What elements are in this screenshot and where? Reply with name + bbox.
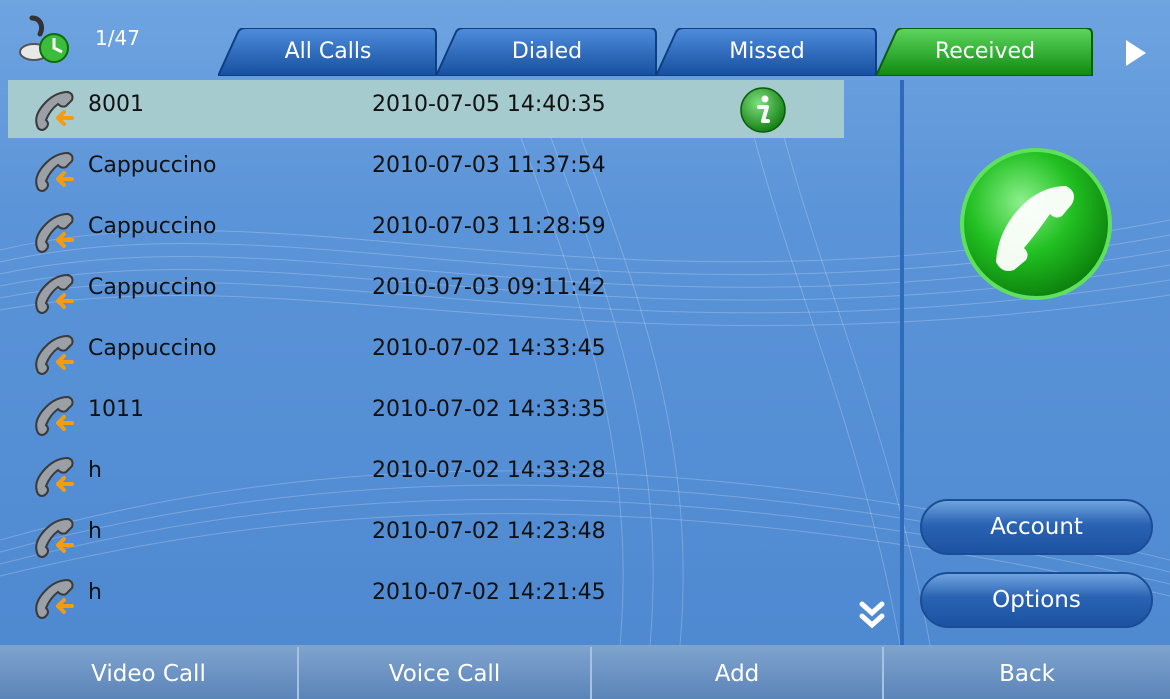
received-call-icon <box>32 515 82 561</box>
caller-name: h <box>88 458 102 483</box>
tab-dialed[interactable]: Dialed <box>436 28 658 76</box>
panel-divider <box>900 80 904 645</box>
voice-call-label: Voice Call <box>388 661 501 687</box>
call-counter: 1/47 <box>95 26 140 50</box>
caller-name: 1011 <box>88 397 144 422</box>
video-call-button[interactable]: Video Call <box>0 645 297 699</box>
chevron-double-down-icon[interactable] <box>852 594 892 634</box>
caller-name: Cappuccino <box>88 214 217 239</box>
add-label: Add <box>714 661 760 687</box>
call-time: 2010-07-02 14:21:45 <box>372 580 606 605</box>
call-row[interactable]: 8001 2010-07-05 14:40:35 <box>8 80 844 138</box>
call-time: 2010-07-02 14:33:28 <box>372 458 606 483</box>
back-label: Back <box>999 661 1055 687</box>
caller-name: 8001 <box>88 92 144 117</box>
call-row[interactable]: Cappuccino 2010-07-02 14:33:45 <box>8 324 844 382</box>
received-call-icon <box>32 88 82 134</box>
call-row[interactable]: h 2010-07-02 14:33:28 <box>8 446 844 504</box>
tab-received[interactable]: Received <box>876 28 1094 76</box>
call-time: 2010-07-03 11:37:54 <box>372 153 606 178</box>
call-time: 2010-07-03 11:28:59 <box>372 214 606 239</box>
received-call-icon <box>32 454 82 500</box>
options-label: Options <box>992 587 1081 613</box>
call-time: 2010-07-02 14:33:35 <box>372 397 606 422</box>
triangle-right-icon[interactable] <box>1118 36 1154 70</box>
call-row[interactable]: Cappuccino 2010-07-03 09:11:42 <box>8 263 844 321</box>
call-row[interactable]: h 2010-07-02 14:21:45 <box>8 568 844 626</box>
call-time: 2010-07-02 14:33:45 <box>372 336 606 361</box>
tab-missed[interactable]: Missed <box>656 28 878 76</box>
phone-screen: 1/47 All Calls Dialed Missed Received 80… <box>0 0 1170 699</box>
call-row[interactable]: h 2010-07-02 14:23:48 <box>8 507 844 565</box>
call-time: 2010-07-03 09:11:42 <box>372 275 606 300</box>
call-row[interactable]: Cappuccino 2010-07-03 11:37:54 <box>8 141 844 199</box>
tab-label: Received <box>934 39 1036 64</box>
received-call-icon <box>32 149 82 195</box>
received-call-icon <box>32 332 82 378</box>
caller-name: h <box>88 519 102 544</box>
received-call-icon <box>32 210 82 256</box>
header-bar: 1/47 All Calls Dialed Missed Received <box>0 0 1170 80</box>
options-button[interactable]: Options <box>920 572 1153 628</box>
received-call-icon <box>32 393 82 439</box>
call-time: 2010-07-05 14:40:35 <box>372 92 606 117</box>
video-call-label: Video Call <box>91 661 206 687</box>
back-button[interactable]: Back <box>884 645 1170 699</box>
tab-all-calls[interactable]: All Calls <box>218 28 438 76</box>
caller-name: Cappuccino <box>88 275 217 300</box>
phone-clock-icon <box>19 15 69 63</box>
received-call-icon <box>32 271 82 317</box>
caller-name: Cappuccino <box>88 336 217 361</box>
tab-label: Missed <box>729 39 805 64</box>
add-button[interactable]: Add <box>592 645 882 699</box>
call-row[interactable]: Cappuccino 2010-07-03 11:28:59 <box>8 202 844 260</box>
caller-name: h <box>88 580 102 605</box>
softkey-bar: Video Call Voice Call Add Back <box>0 645 1170 699</box>
info-icon[interactable] <box>740 87 786 133</box>
green-call-icon[interactable] <box>958 146 1114 302</box>
call-row[interactable]: 1011 2010-07-02 14:33:35 <box>8 385 844 443</box>
account-button[interactable]: Account <box>920 499 1153 555</box>
received-call-icon <box>32 576 82 622</box>
caller-name: Cappuccino <box>88 153 217 178</box>
call-time: 2010-07-02 14:23:48 <box>372 519 606 544</box>
call-list: 8001 2010-07-05 14:40:35 Cappuccino 2010-07… <box>8 80 844 645</box>
tab-label: Dialed <box>511 39 583 64</box>
account-label: Account <box>990 514 1083 540</box>
voice-call-button[interactable]: Voice Call <box>299 645 590 699</box>
tab-label: All Calls <box>284 39 372 64</box>
